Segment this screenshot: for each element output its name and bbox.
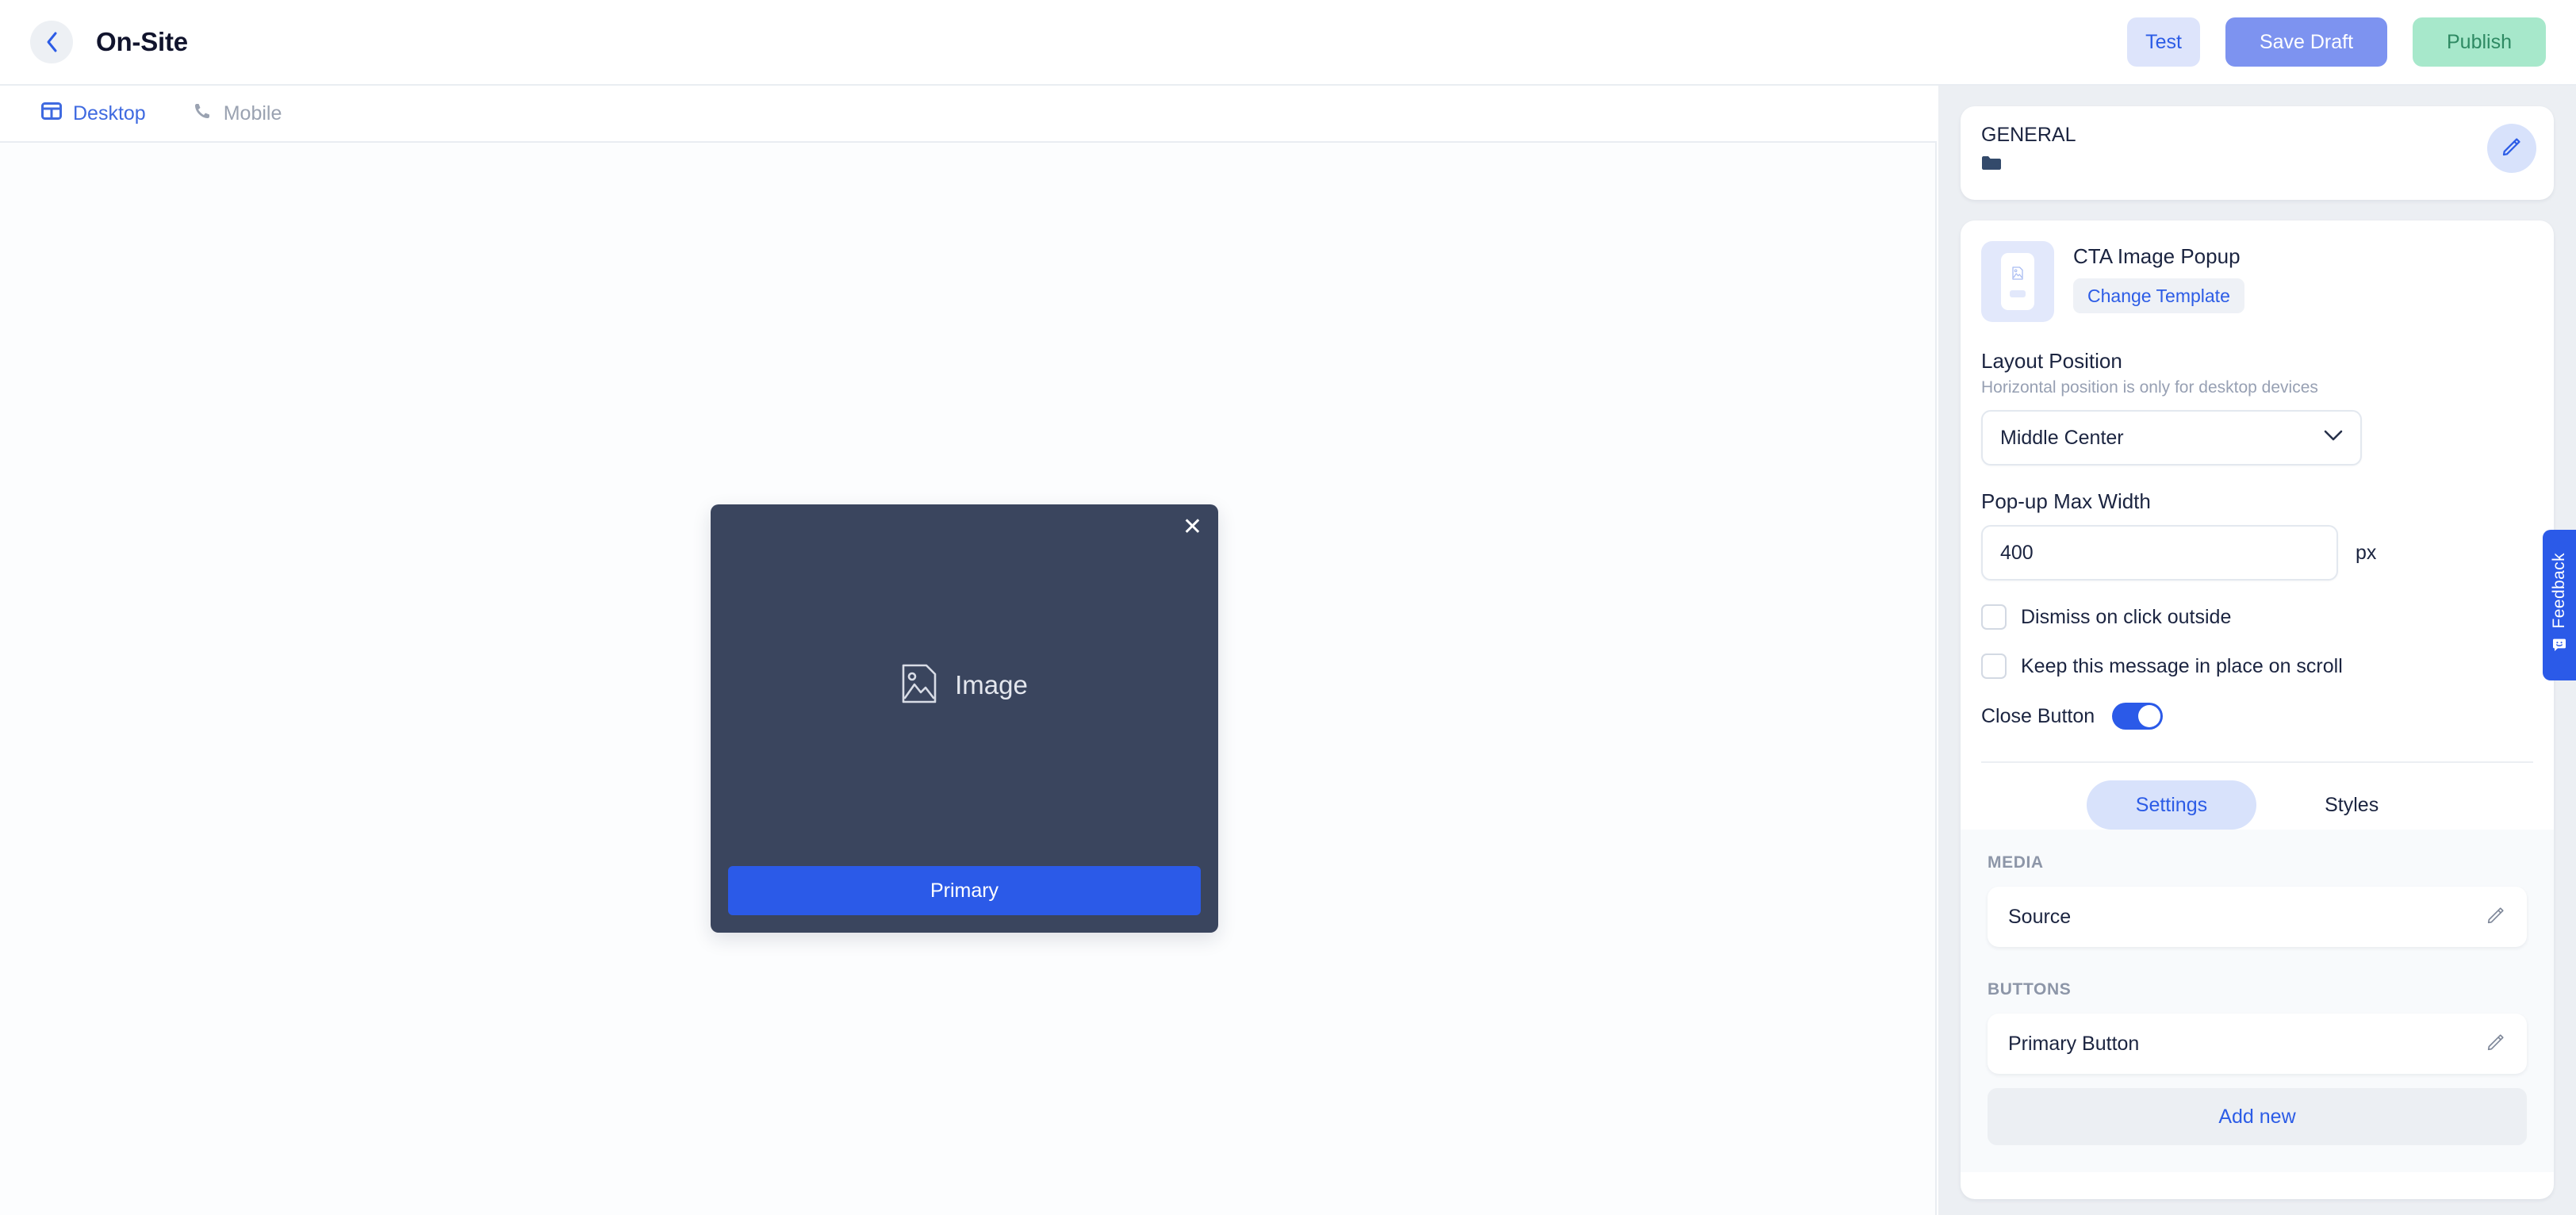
thumbnail-button-shape: [2010, 289, 2026, 297]
device-tab-desktop-label: Desktop: [73, 102, 146, 125]
buttons-section-title: BUTTONS: [1988, 980, 2072, 998]
max-width-label: Pop-up Max Width: [1981, 489, 2151, 513]
layout-position-value: Middle Center: [2000, 426, 2124, 449]
keep-in-place-on-scroll-row[interactable]: Keep this message in place on scroll: [1981, 653, 2533, 679]
phone-icon: [192, 102, 213, 126]
preview-canvas: ✕ Image Primary: [0, 143, 1937, 1215]
max-width-unit: px: [2356, 541, 2377, 564]
template-info: CTA Image Popup Change Template: [2073, 241, 2244, 313]
feedback-smiley-icon: [2551, 638, 2567, 657]
device-tab-mobile[interactable]: Mobile: [192, 102, 282, 126]
tab-styles[interactable]: Styles: [2275, 780, 2428, 830]
buttons-section: BUTTONS Primary Button Add new: [1961, 952, 2554, 1172]
close-button-toggle[interactable]: [2112, 703, 2164, 730]
settings-panel: GENERAL CTA Image Popup Change Template …: [1938, 86, 2576, 1215]
primary-button-label: Primary Button: [2008, 1032, 2140, 1055]
pencil-icon[interactable]: [2486, 905, 2506, 929]
close-button-row: Close Button: [1981, 703, 2533, 730]
feedback-tab[interactable]: Feedback: [2543, 530, 2576, 680]
tab-settings[interactable]: Settings: [2086, 780, 2257, 830]
device-tab-desktop[interactable]: Desktop: [41, 102, 146, 126]
thumbnail-image-icon: [2012, 266, 2023, 284]
close-icon[interactable]: ✕: [1183, 516, 1202, 539]
popup-body: Image: [711, 504, 1218, 866]
dismiss-on-click-outside-label: Dismiss on click outside: [2021, 605, 2232, 628]
dismiss-on-click-outside-row[interactable]: Dismiss on click outside: [1981, 604, 2533, 630]
device-tab-mobile-label: Mobile: [223, 102, 282, 125]
general-card: GENERAL: [1961, 106, 2554, 200]
template-name: CTA Image Popup: [2073, 244, 2241, 268]
layout-position-hint: Horizontal position is only for desktop …: [1981, 378, 2318, 397]
popup-settings-card: CTA Image Popup Change Template Layout P…: [1961, 220, 2554, 1199]
layout-position-select[interactable]: Middle Center: [1981, 410, 2362, 466]
desktop-icon: [41, 102, 62, 126]
header-actions: Test Save Draft Publish: [2127, 17, 2546, 67]
popup-preview[interactable]: ✕ Image Primary: [711, 504, 1218, 933]
popup-footer: Primary: [711, 866, 1218, 933]
toggle-knob: [2138, 705, 2161, 727]
folder-icon: [1981, 155, 2076, 175]
edit-general-button[interactable]: [2487, 124, 2536, 173]
change-template-button[interactable]: Change Template: [2073, 278, 2244, 313]
chevron-down-icon: [2324, 430, 2343, 446]
top-header: On-Site Test Save Draft Publish: [0, 0, 2576, 86]
chevron-left-icon: [43, 30, 60, 54]
media-section-title: MEDIA: [1988, 853, 2044, 872]
save-draft-button[interactable]: Save Draft: [2225, 17, 2387, 67]
pencil-icon: [2501, 136, 2523, 162]
close-button-label: Close Button: [1981, 704, 2095, 727]
page-title: On-Site: [96, 27, 188, 56]
popup-primary-button[interactable]: Primary: [728, 866, 1201, 915]
publish-button[interactable]: Publish: [2413, 17, 2546, 67]
media-source-item[interactable]: Source: [1988, 887, 2527, 947]
thumbnail-phone-shape: [2001, 253, 2034, 310]
popup-image-label: Image: [955, 670, 1028, 699]
general-title: GENERAL: [1981, 124, 2076, 146]
device-tab-bar: Desktop Mobile: [0, 86, 1937, 143]
feedback-label: Feedback: [2550, 552, 2568, 629]
pencil-icon[interactable]: [2486, 1032, 2506, 1056]
layout-position-label: Layout Position: [1981, 349, 2122, 373]
settings-styles-tabs: Settings Styles: [1981, 761, 2533, 830]
app-root: On-Site Test Save Draft Publish Desktop: [0, 0, 2576, 1215]
max-width-input[interactable]: [1981, 525, 2338, 581]
primary-button-item[interactable]: Primary Button: [1988, 1014, 2527, 1074]
template-row: CTA Image Popup Change Template: [1981, 241, 2533, 322]
max-width-field: Pop-up Max Width px: [1981, 489, 2533, 581]
add-new-button[interactable]: Add new: [1988, 1088, 2527, 1145]
max-width-row: px: [1981, 525, 2533, 581]
test-button[interactable]: Test: [2127, 17, 2200, 67]
media-section: MEDIA Source: [1961, 830, 2554, 952]
dismiss-on-click-outside-checkbox[interactable]: [1981, 604, 2007, 630]
keep-in-place-on-scroll-label: Keep this message in place on scroll: [2021, 654, 2343, 677]
keep-in-place-on-scroll-checkbox[interactable]: [1981, 653, 2007, 679]
back-button[interactable]: [30, 21, 73, 63]
layout-position-field: Layout Position Horizontal position is o…: [1981, 349, 2533, 466]
image-placeholder-icon: [901, 663, 937, 708]
media-source-label: Source: [2008, 905, 2072, 928]
popup-template-thumbnail: [1981, 241, 2054, 322]
